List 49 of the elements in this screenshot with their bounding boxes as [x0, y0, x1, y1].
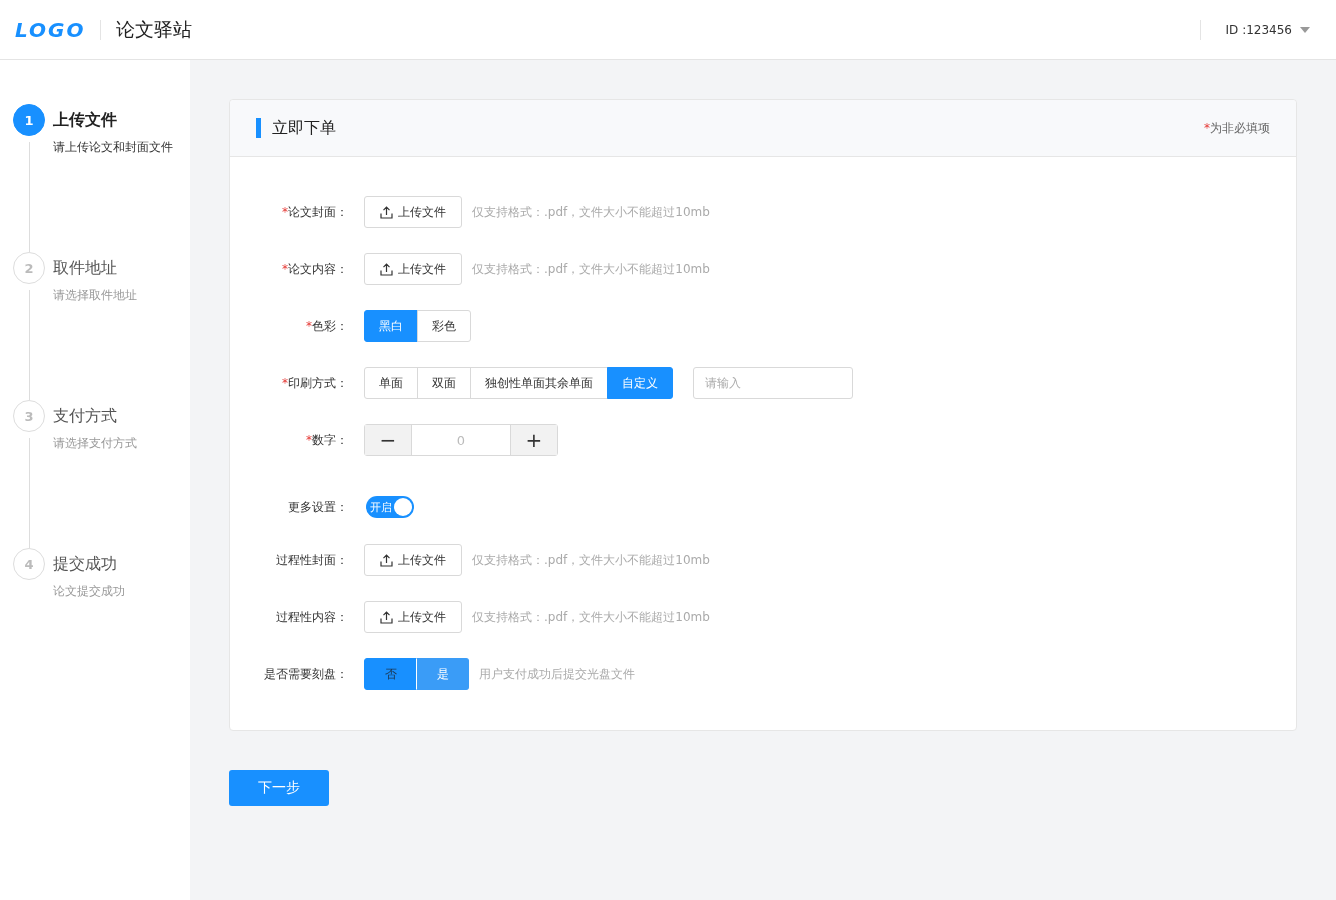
hint-text: 仅支持格式：.pdf，文件大小不能超过10mb — [472, 551, 710, 569]
field-label: *数字： — [305, 431, 348, 449]
field-label: 过程性封面： — [275, 551, 348, 569]
upload-icon — [380, 205, 393, 219]
logo: LOGO — [15, 17, 86, 42]
upload-button[interactable]: 上传文件 — [364, 601, 462, 633]
field-label: 过程性内容： — [275, 608, 348, 626]
field-label: 是否需要刻盘： — [263, 665, 348, 683]
step-number: 3 — [13, 400, 45, 432]
option-button[interactable]: 双面 — [417, 367, 471, 399]
option-button[interactable]: 独创性单面其余单面 — [470, 367, 608, 399]
upload-icon — [380, 262, 393, 276]
caret-icon — [1300, 26, 1310, 33]
step-description: 论文提交成功 — [53, 583, 125, 600]
step-title: 上传文件 — [53, 110, 118, 131]
field-label: *论文封面： — [281, 203, 348, 221]
accent-bar — [256, 118, 261, 138]
upload-icon — [380, 610, 393, 624]
card-title: 立即下单 — [272, 117, 336, 139]
step-title: 取件地址 — [53, 258, 118, 279]
upload-button[interactable]: 上传文件 — [364, 196, 462, 228]
step-number: 1 — [13, 104, 45, 136]
option-button[interactable]: 否 — [364, 658, 417, 690]
step-description: 请上传论文和封面文件 — [53, 139, 173, 156]
increment-button[interactable]: + — [511, 425, 557, 455]
step-number: 2 — [13, 252, 45, 284]
hint-text: 仅支持格式：.pdf，文件大小不能超过10mb — [472, 260, 710, 278]
hint-text: 用户支付成功后提交光盘文件 — [479, 665, 635, 683]
field-label: *论文内容： — [281, 260, 348, 278]
field-label: *印刷方式： — [281, 374, 348, 392]
user-menu[interactable]: ID :123456 — [1215, 22, 1310, 37]
upload-button[interactable]: 上传文件 — [364, 544, 462, 576]
option-button[interactable]: 彩色 — [417, 310, 471, 342]
option-button[interactable]: 单面 — [364, 367, 418, 399]
hint-text: 仅支持格式：.pdf，文件大小不能超过10mb — [472, 608, 710, 626]
hint-text: 仅支持格式：.pdf，文件大小不能超过10mb — [472, 203, 710, 221]
step-description: 请选择取件地址 — [53, 287, 137, 304]
site-title: 论文驿站 — [116, 16, 193, 42]
upload-button[interactable]: 上传文件 — [364, 253, 462, 285]
custom-input[interactable]: 请输入 — [693, 367, 853, 399]
step-number: 4 — [13, 548, 45, 580]
step-title: 支付方式 — [53, 406, 118, 427]
decrement-button[interactable]: − — [365, 425, 411, 455]
step-title: 提交成功 — [53, 554, 118, 575]
step-description: 请选择支付方式 — [53, 435, 137, 452]
field-label: 更多设置： — [287, 498, 348, 516]
upload-icon — [380, 553, 393, 567]
field-label: *色彩： — [305, 317, 348, 335]
optional-note: *为非必填项 — [1204, 119, 1270, 137]
